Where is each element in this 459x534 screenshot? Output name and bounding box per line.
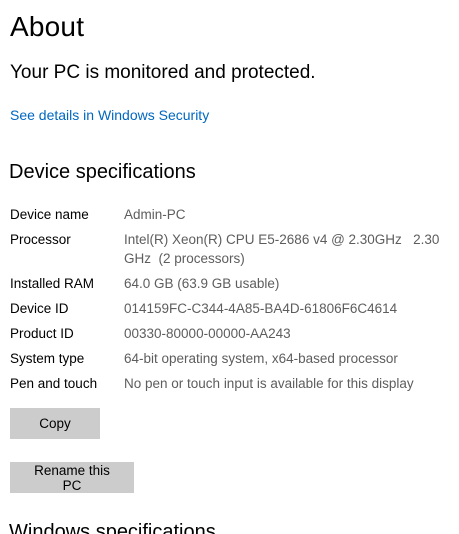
spec-label: Device name [10,207,89,222]
spec-label: Installed RAM [10,276,95,291]
spec-value: 64-bit operating system, x64-based proce… [124,351,398,366]
spec-label: Device ID [10,301,69,316]
windows-security-link[interactable]: See details in Windows Security [10,105,209,125]
spec-value: No pen or touch input is available for t… [124,376,414,391]
spec-row-product-id: Product ID 00330-80000-00000-AA243 [10,324,450,343]
spec-value: 00330-80000-00000-AA243 [124,326,291,341]
spec-row-processor: Processor Intel(R) Xeon(R) CPU E5-2686 v… [10,230,450,268]
copy-button[interactable]: Copy [10,408,100,439]
spec-label: System type [10,351,85,366]
device-specifications-table: Device name Admin-PC Processor Intel(R) … [10,205,450,399]
spec-label: Product ID [10,326,74,341]
protection-status: Your PC is monitored and protected. [10,62,316,83]
about-page: About Your PC is monitored and protected… [0,0,459,534]
spec-value: Admin-PC [124,207,186,222]
spec-label: Pen and touch [10,376,98,391]
spec-row-installed-ram: Installed RAM 64.0 GB (63.9 GB usable) [10,274,450,293]
rename-pc-button[interactable]: Rename this PC [10,462,134,493]
spec-value: 014159FC-C344-4A85-BA4D-61806F6C4614 [124,301,398,316]
windows-specifications-heading: Windows specifications [9,521,216,534]
spec-value: Intel(R) Xeon(R) CPU E5-2686 v4 @ 2.30GH… [124,232,444,266]
spec-row-pen-and-touch: Pen and touch No pen or touch input is a… [10,374,450,393]
spec-row-system-type: System type 64-bit operating system, x64… [10,349,450,368]
device-specifications-heading: Device specifications [9,161,196,183]
spec-label: Processor [10,232,71,247]
spec-row-device-name: Device name Admin-PC [10,205,450,224]
spec-value: 64.0 GB (63.9 GB usable) [124,276,280,291]
spec-row-device-id: Device ID 014159FC-C344-4A85-BA4D-61806F… [10,299,450,318]
page-title: About [10,11,85,42]
